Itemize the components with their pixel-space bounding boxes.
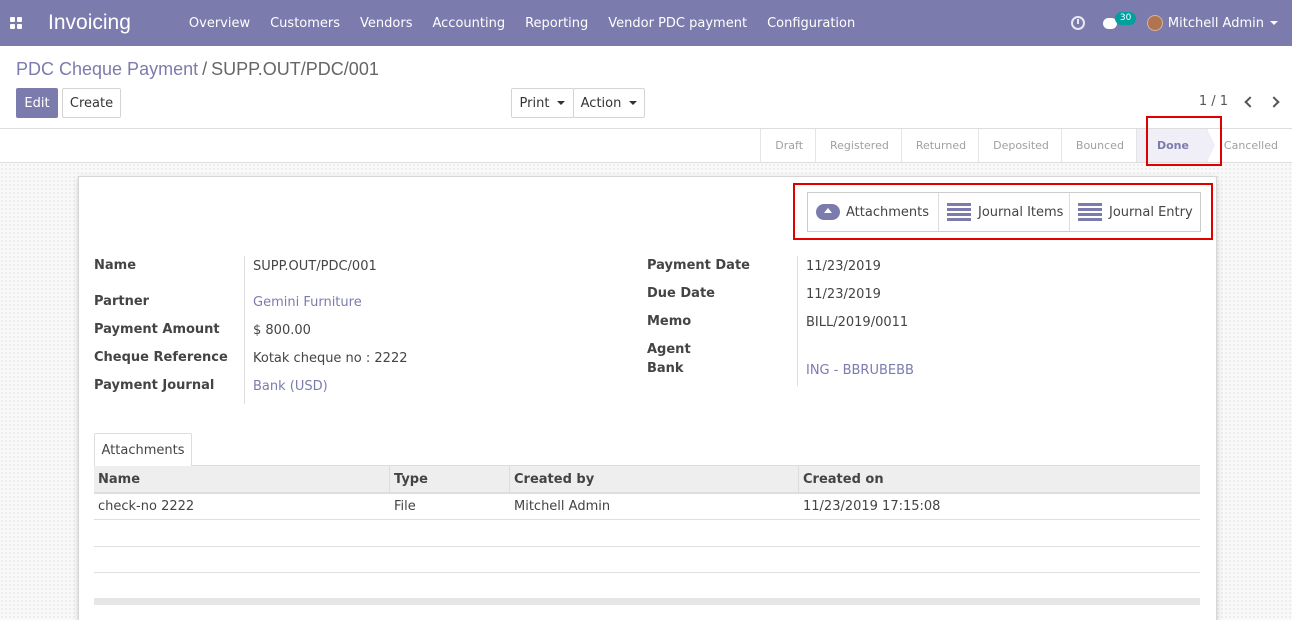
field-label-payment-amount: Payment Amount <box>94 322 220 337</box>
action-label: Action <box>580 95 622 111</box>
table-row-empty <box>94 573 1200 599</box>
table-row-empty <box>94 521 1200 547</box>
stage-draft[interactable]: Draft <box>760 129 815 162</box>
stage-returned[interactable]: Returned <box>900 129 978 162</box>
messaging-button[interactable]: 30 <box>1102 0 1137 46</box>
field-value-name: SUPP.OUT/PDC/001 <box>253 259 377 274</box>
tab-attachments[interactable]: Attachments <box>94 433 192 466</box>
field-value-partner[interactable]: Gemini Furniture <box>253 295 362 310</box>
field-label-bank: Bank <box>647 361 684 376</box>
field-label-due-date: Due Date <box>647 286 715 301</box>
pager: 1 / 1 <box>1199 94 1280 109</box>
column-header-type[interactable]: Type <box>390 466 510 492</box>
table-header: Name Type Created by Created on <box>94 466 1200 494</box>
statusbar-area: Draft Registered Returned Deposited Boun… <box>0 128 1292 163</box>
menu-reporting[interactable]: Reporting <box>515 0 598 46</box>
menu-accounting[interactable]: Accounting <box>422 0 515 46</box>
field-value-cheque-reference: Kotak cheque no : 2222 <box>253 351 408 366</box>
chevron-down-icon <box>1270 21 1278 25</box>
apps-menu-icon[interactable] <box>0 0 32 46</box>
field-label-memo: Memo <box>647 314 692 329</box>
table-footer <box>94 598 1200 605</box>
breadcrumb-current: SUPP.OUT/PDC/001 <box>211 59 379 79</box>
field-label-payment-date: Payment Date <box>647 258 750 273</box>
chat-count-badge: 30 <box>1114 12 1137 25</box>
stage-registered[interactable]: Registered <box>815 129 901 162</box>
create-button[interactable]: Create <box>62 88 121 118</box>
chevron-down-icon <box>557 101 566 105</box>
table-row-empty <box>94 547 1200 573</box>
top-navbar: Invoicing Overview Customers Vendors Acc… <box>0 0 1292 46</box>
app-brand[interactable]: Invoicing <box>48 11 131 35</box>
breadcrumb-separator: / <box>202 59 208 79</box>
user-name: Mitchell Admin <box>1167 15 1264 31</box>
cell-created-by: Mitchell Admin <box>514 499 611 514</box>
column-header-created-by[interactable]: Created by <box>510 466 799 492</box>
print-label: Print <box>519 95 550 111</box>
chevron-down-icon <box>629 101 638 105</box>
field-value-payment-amount: $ 800.00 <box>253 323 311 338</box>
cell-name: check-no 2222 <box>98 499 195 514</box>
table-row[interactable]: check-no 2222 File Mitchell Admin 11/23/… <box>94 494 1200 520</box>
field-value-agent-bank[interactable]: ING - BBRUBEBB <box>806 363 914 378</box>
breadcrumb: PDC Cheque Payment / SUPP.OUT/PDC/001 <box>16 59 379 80</box>
cell-created-on: 11/23/2019 17:15:08 <box>803 499 941 514</box>
column-header-name[interactable]: Name <box>94 466 390 492</box>
chevron-left-icon[interactable] <box>1244 95 1256 108</box>
stage-deposited[interactable]: Deposited <box>978 129 1061 162</box>
field-label-payment-journal: Payment Journal <box>94 378 215 393</box>
edit-button[interactable]: Edit <box>16 88 58 118</box>
field-value-memo: BILL/2019/0011 <box>806 315 909 330</box>
field-divider <box>797 256 798 386</box>
main-menu: Overview Customers Vendors Accounting Re… <box>179 0 865 46</box>
chevron-right-icon[interactable] <box>1268 95 1280 108</box>
action-button[interactable]: Action <box>573 88 645 118</box>
pager-value[interactable]: 1 / 1 <box>1199 94 1228 109</box>
menu-vendor-pdc-payment[interactable]: Vendor PDC payment <box>598 0 757 46</box>
field-label-agent: Agent <box>647 342 691 357</box>
cell-type: File <box>394 499 416 514</box>
field-label-name: Name <box>94 258 137 273</box>
navbar-systray: 30 Mitchell Admin <box>1070 0 1292 46</box>
menu-configuration[interactable]: Configuration <box>757 0 865 46</box>
field-label-partner: Partner <box>94 294 150 309</box>
stage-bounced[interactable]: Bounced <box>1060 129 1136 162</box>
field-value-payment-journal[interactable]: Bank (USD) <box>253 379 328 394</box>
menu-overview[interactable]: Overview <box>179 0 260 46</box>
statusbar: Draft Registered Returned Deposited Boun… <box>760 129 1292 162</box>
breadcrumb-parent[interactable]: PDC Cheque Payment <box>16 59 198 79</box>
highlight-box-smart-buttons <box>793 183 1213 240</box>
field-value-payment-date: 11/23/2019 <box>806 259 881 274</box>
avatar <box>1146 15 1163 31</box>
column-header-created-on[interactable]: Created on <box>799 466 1200 492</box>
user-menu[interactable]: Mitchell Admin <box>1146 15 1278 31</box>
field-label-cheque-reference: Cheque Reference <box>94 350 228 365</box>
menu-customers[interactable]: Customers <box>260 0 350 46</box>
field-divider <box>244 256 245 404</box>
print-button[interactable]: Print <box>511 88 574 118</box>
menu-vendors[interactable]: Vendors <box>350 0 422 46</box>
activity-clock-icon[interactable] <box>1070 16 1085 30</box>
field-value-due-date: 11/23/2019 <box>806 287 881 302</box>
